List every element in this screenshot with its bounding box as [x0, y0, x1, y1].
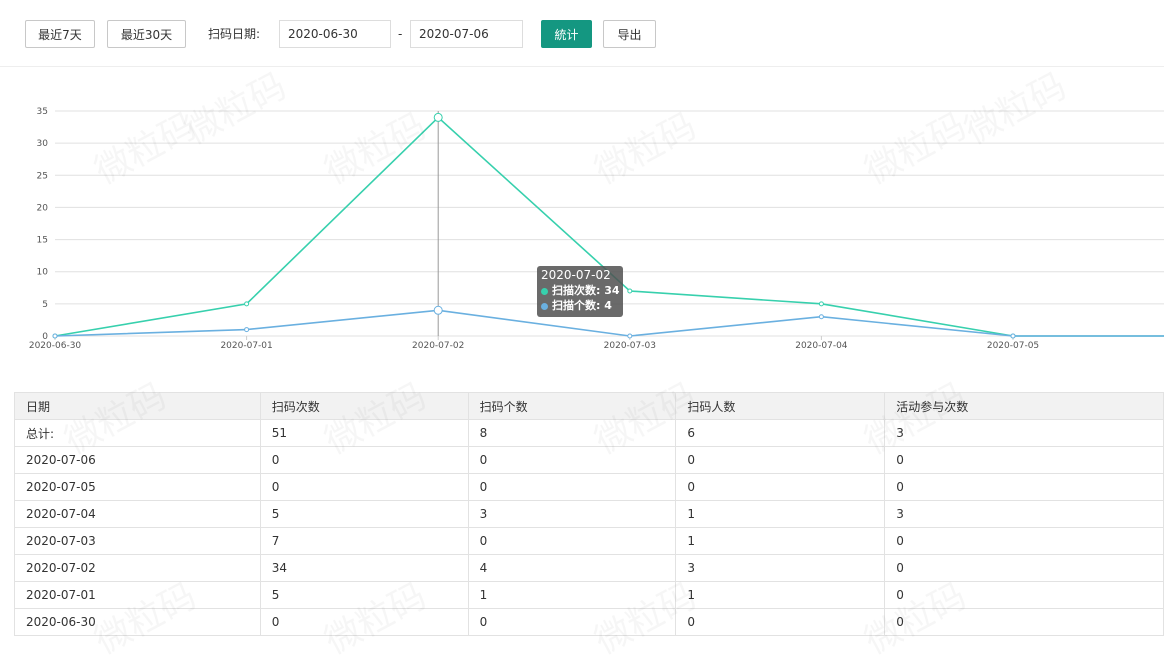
data-point — [244, 327, 250, 333]
data-point — [433, 305, 443, 315]
table-cell: 0 — [884, 554, 1164, 582]
data-point — [627, 288, 633, 294]
data-point — [244, 301, 250, 307]
x-tick-label: 2020-07-02 — [412, 341, 464, 351]
table-cell: 总计: — [14, 419, 261, 447]
table-cell: 3 — [675, 554, 886, 582]
x-tick-label: 2020-07-05 — [987, 341, 1039, 351]
table-cell: 0 — [884, 473, 1164, 501]
table-header-row: 日期 扫码次数 扫码个数 扫码人数 活动参与次数 — [14, 392, 1164, 420]
last-7-days-button[interactable]: 最近7天 — [25, 20, 95, 48]
table-cell: 1 — [675, 581, 886, 609]
table-cell: 51 — [259, 419, 469, 447]
table-cell: 2020-07-04 — [14, 500, 261, 528]
tooltip-row-2: 扫描个数: 4 — [541, 298, 618, 313]
y-tick-label: 35 — [37, 107, 48, 117]
table-row: 2020-07-05 0 0 0 0 — [14, 473, 1164, 501]
series2-dot-icon — [541, 302, 548, 310]
y-tick-label: 25 — [37, 171, 48, 181]
y-tick-label: 10 — [37, 268, 49, 278]
table-cell: 2020-07-03 — [14, 527, 261, 555]
col-header-activity-count: 活动参与次数 — [884, 392, 1164, 420]
y-tick-label: 5 — [42, 300, 48, 310]
table-row: 2020-07-01 5 1 1 0 — [14, 581, 1164, 609]
table-cell: 8 — [467, 419, 677, 447]
date-to-input[interactable]: 2020-07-06 — [410, 20, 523, 48]
col-header-user-count: 扫码人数 — [675, 392, 886, 420]
table-cell: 3 — [467, 500, 677, 528]
tooltip-line2: 扫描个数: 4 — [552, 299, 612, 312]
tooltip-row-1: 扫描次数: 34 — [541, 283, 620, 298]
data-point — [818, 301, 824, 307]
table-cell: 0 — [259, 446, 469, 474]
x-tick-label: 2020-07-04 — [795, 341, 848, 351]
date-from-input[interactable]: 2020-06-30 — [279, 20, 391, 48]
table-cell: 2020-07-06 — [14, 446, 261, 474]
table-cell: 2020-07-05 — [14, 473, 261, 501]
table-cell: 2020-06-30 — [14, 608, 261, 636]
table-cell: 4 — [467, 554, 677, 582]
series1-dot-icon — [541, 287, 548, 295]
data-point — [52, 333, 58, 339]
data-point — [818, 314, 824, 320]
table-cell: 0 — [467, 527, 677, 555]
last-30-days-button[interactable]: 最近30天 — [107, 20, 186, 48]
table-row: 2020-07-06 0 0 0 0 — [14, 446, 1164, 474]
table-cell: 0 — [259, 608, 469, 636]
y-tick-label: 20 — [37, 203, 49, 213]
x-tick-label: 2020-07-01 — [220, 341, 272, 351]
table-cell: 0 — [884, 608, 1164, 636]
table-cell: 6 — [675, 419, 886, 447]
table-cell: 2020-07-02 — [14, 554, 261, 582]
y-tick-label: 15 — [37, 236, 48, 246]
scan-date-label: 扫码日期: — [208, 27, 261, 41]
chart-tooltip: 2020-07-02 扫描次数: 34 扫描个数: 4 — [537, 266, 623, 317]
table-cell: 0 — [467, 473, 677, 501]
table-row: 2020-07-02 34 4 3 0 — [14, 554, 1164, 582]
date-separator: - — [398, 27, 403, 41]
stats-table: 日期 扫码次数 扫码个数 扫码人数 活动参与次数 总计: 51 8 6 3 2020-07… — [14, 392, 1164, 636]
stat-button[interactable]: 統计 — [541, 20, 592, 48]
col-header-scan-count: 扫码次数 — [259, 392, 469, 420]
table-cell: 3 — [884, 500, 1164, 528]
data-point — [1010, 333, 1016, 339]
table-row: 2020-07-03 7 0 1 0 — [14, 527, 1164, 555]
table-row: 2020-07-04 5 3 1 3 — [14, 500, 1164, 528]
y-tick-label: 30 — [37, 139, 49, 149]
table-row: 2020-06-30 0 0 0 0 — [14, 608, 1164, 636]
table-cell: 1 — [675, 500, 886, 528]
table-cell: 7 — [259, 527, 469, 555]
table-cell: 0 — [675, 608, 886, 636]
table-row: 总计: 51 8 6 3 — [14, 419, 1164, 447]
table-cell: 1 — [675, 527, 886, 555]
export-button[interactable]: 导出 — [603, 20, 656, 48]
tooltip-title: 2020-07-02 — [541, 268, 611, 282]
table-cell: 0 — [675, 473, 886, 501]
tooltip-line1: 扫描次数: 34 — [552, 284, 620, 297]
table-cell: 0 — [884, 446, 1164, 474]
table-cell: 2020-07-01 — [14, 581, 261, 609]
data-point — [433, 112, 443, 122]
table-cell: 0 — [467, 608, 677, 636]
col-header-date: 日期 — [14, 392, 261, 420]
table-cell: 0 — [467, 446, 677, 474]
col-header-code-count: 扫码个数 — [467, 392, 677, 420]
x-tick-label: 2020-07-03 — [604, 341, 656, 351]
table-cell: 0 — [259, 473, 469, 501]
x-tick-label: 2020-06-30 — [29, 341, 82, 351]
table-cell: 0 — [884, 581, 1164, 609]
data-point — [627, 333, 633, 339]
table-cell: 34 — [259, 554, 469, 582]
toolbar: 最近7天 最近30天 扫码日期: 2020-06-30 - 2020-07-06… — [0, 0, 1164, 67]
table-cell: 0 — [675, 446, 886, 474]
table-cell: 0 — [884, 527, 1164, 555]
table-cell: 5 — [259, 500, 469, 528]
line-chart[interactable]: 051015202530352020-06-30 2020-07-01 2020-0… — [0, 66, 1164, 386]
table-cell: 3 — [884, 419, 1164, 447]
table-cell: 5 — [259, 581, 469, 609]
table-cell: 1 — [467, 581, 677, 609]
